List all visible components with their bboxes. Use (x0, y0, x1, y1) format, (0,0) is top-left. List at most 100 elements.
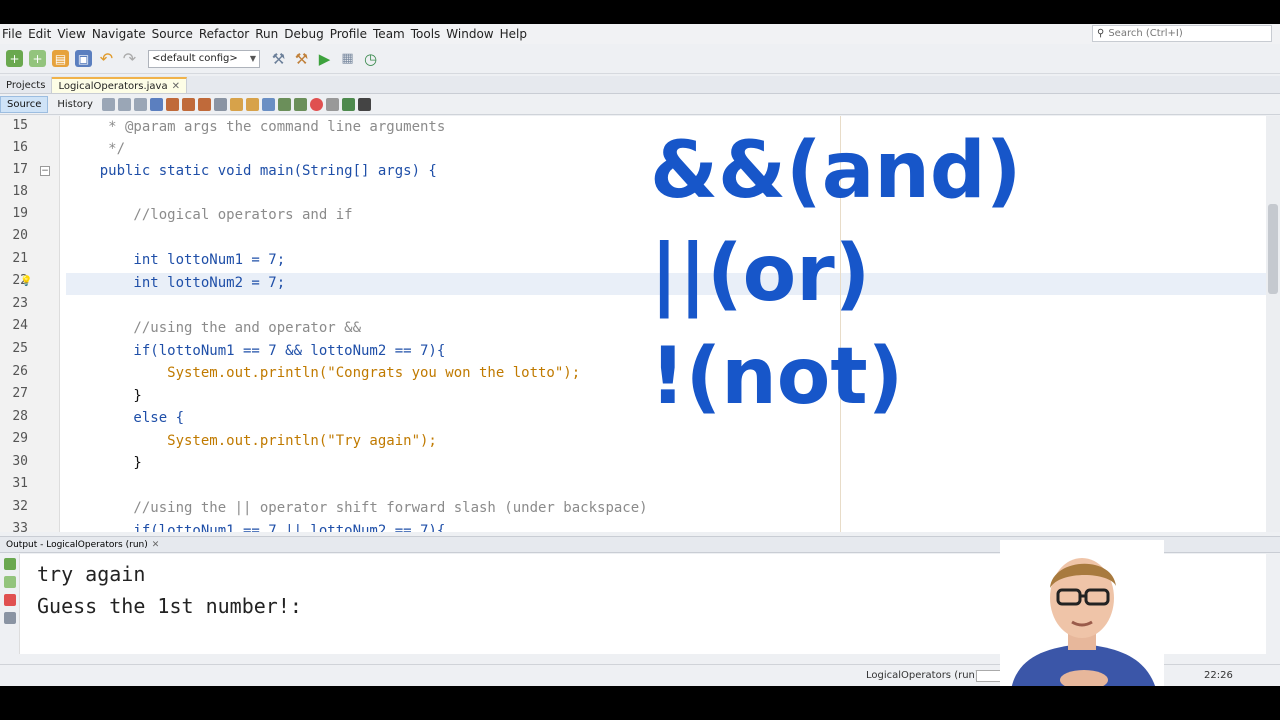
line-number: 16 (12, 140, 28, 155)
record-macro-icon[interactable] (309, 98, 323, 111)
fold-toggle-icon[interactable]: − (40, 166, 50, 176)
output-line: try again (37, 562, 146, 586)
back-icon[interactable] (117, 98, 131, 111)
rerun-different-icon[interactable] (4, 576, 16, 588)
profile-icon[interactable]: ◷ (362, 50, 379, 68)
output-sidebar (0, 554, 20, 654)
new-project-icon[interactable]: + (6, 50, 23, 67)
code-line: System.out.println("Congrats you won the… (66, 365, 581, 381)
search-box[interactable]: ⚲ Search (Ctrl+I) (1092, 25, 1272, 42)
line-number: 15 (12, 118, 28, 133)
scrollbar-thumb[interactable] (1268, 204, 1278, 294)
menu-debug[interactable]: Debug (282, 27, 327, 41)
prev-bookmark-icon[interactable] (229, 98, 243, 111)
menu-navigate[interactable]: Navigate (90, 27, 150, 41)
menu-edit[interactable]: Edit (26, 27, 55, 41)
code-line: } (66, 388, 142, 404)
build-icon[interactable]: ⚒ (270, 50, 287, 68)
presenter-illustration (1000, 540, 1164, 696)
menu-team[interactable]: Team (371, 27, 409, 41)
menu-help[interactable]: Help (498, 27, 531, 41)
new-file-icon[interactable]: + (29, 50, 46, 67)
shift-left-icon[interactable] (277, 98, 291, 111)
code-line: */ (66, 141, 126, 157)
line-number: 18 (12, 184, 28, 199)
line-number: 19 (12, 206, 28, 221)
close-icon[interactable]: ✕ (152, 540, 160, 550)
undo-icon[interactable]: ↶ (98, 49, 115, 68)
status-run-label[interactable]: LogicalOperators (run) (866, 670, 979, 681)
line-number: 23 (12, 296, 28, 311)
tab-output[interactable]: Output - LogicalOperators (run) ✕ (0, 540, 165, 550)
settings-icon[interactable] (4, 612, 16, 624)
comment-icon[interactable] (357, 98, 371, 111)
code-line: if(lottoNum1 == 7 || lottoNum2 == 7){ (66, 523, 446, 532)
code-line: System.out.println("Try again"); (66, 433, 437, 449)
code-line: if(lottoNum1 == 7 && lottoNum2 == 7){ (66, 343, 446, 359)
menu-run[interactable]: Run (253, 27, 282, 41)
config-select[interactable]: <default config> ▼ (148, 49, 260, 68)
tabs-row: Projects LogicalOperators.java ✕ (0, 76, 1280, 94)
tab-logicaloperators[interactable]: LogicalOperators.java ✕ (52, 77, 187, 93)
cursor-position: 22:26 (1204, 670, 1233, 681)
diff-icon[interactable] (341, 98, 355, 111)
output-line: Guess the 1st number!: (37, 594, 302, 618)
debug-icon[interactable]: ▦ (339, 50, 356, 67)
line-number: 31 (12, 476, 28, 491)
tab-projects[interactable]: Projects (0, 77, 53, 93)
menu-bar: File Edit View Navigate Source Refactor … (0, 24, 1280, 44)
next-bookmark-icon[interactable] (245, 98, 259, 111)
code-line: public static void main(String[] args) { (66, 163, 437, 179)
code-line: //using the and operator && (66, 320, 362, 336)
open-project-icon[interactable]: ▤ (52, 50, 69, 67)
find-prev-icon[interactable] (165, 98, 179, 111)
line-gutter: 15 16 17 18 19 20 21 22 23 24 25 26 27 2… (0, 116, 60, 532)
clean-build-icon[interactable]: ⚒ (293, 50, 310, 68)
menu-tools[interactable]: Tools (409, 27, 445, 41)
menu-view[interactable]: View (55, 27, 89, 41)
forward-icon[interactable] (133, 98, 147, 111)
toggle-selection-icon[interactable] (213, 98, 227, 111)
output-tab-label: Output - LogicalOperators (run) (6, 539, 148, 550)
line-number: 27 (12, 386, 28, 401)
redo-icon[interactable]: ↷ (121, 49, 138, 68)
save-all-icon[interactable]: ▣ (75, 50, 92, 67)
code-line: else { (66, 410, 185, 426)
stop-macro-icon[interactable] (325, 98, 339, 111)
menu-profile[interactable]: Profile (328, 27, 371, 41)
close-icon[interactable]: ✕ (172, 81, 180, 92)
line-number: 21 (12, 251, 28, 266)
line-number: 32 (12, 499, 28, 514)
main-toolbar: + + ▤ ▣ ↶ ↷ <default config> ▼ ⚒ ⚒ ▶ ▦ ◷ (0, 44, 1280, 74)
line-number: 28 (12, 409, 28, 424)
find-next-icon[interactable] (181, 98, 195, 111)
shift-right-icon[interactable] (293, 98, 307, 111)
tab-projects-label: Projects (6, 79, 46, 91)
toggle-bookmark-icon[interactable] (261, 98, 275, 111)
menu-file[interactable]: File (0, 27, 26, 41)
run-icon[interactable]: ▶ (316, 50, 333, 68)
overlay-not: !(not) (650, 332, 904, 422)
find-icon[interactable] (149, 98, 163, 111)
menu-source[interactable]: Source (150, 27, 197, 41)
last-edit-icon[interactable] (101, 98, 115, 111)
line-number: 17 (12, 162, 28, 177)
code-line: * @param args the command line arguments (66, 119, 446, 135)
letterbox-top (0, 0, 1280, 24)
lightbulb-hint-icon[interactable]: 💡 (20, 276, 32, 287)
stop-icon[interactable] (4, 594, 16, 606)
toggle-highlight-icon[interactable] (197, 98, 211, 111)
line-number: 33 (12, 521, 28, 532)
rerun-icon[interactable] (4, 558, 16, 570)
line-number: 30 (12, 454, 28, 469)
code-line: } (66, 455, 142, 471)
menu-refactor[interactable]: Refactor (197, 27, 253, 41)
chevron-down-icon: ▼ (249, 54, 256, 63)
source-button[interactable]: Source (0, 96, 49, 113)
editor-scrollbar[interactable] (1266, 116, 1280, 532)
history-button[interactable]: History (51, 97, 99, 112)
operators-overlay: &&(and) ||(or) !(not) (650, 120, 1080, 429)
code-line: int lottoNum1 = 7; (66, 252, 286, 268)
menu-window[interactable]: Window (444, 27, 497, 41)
search-icon: ⚲ (1097, 28, 1105, 39)
